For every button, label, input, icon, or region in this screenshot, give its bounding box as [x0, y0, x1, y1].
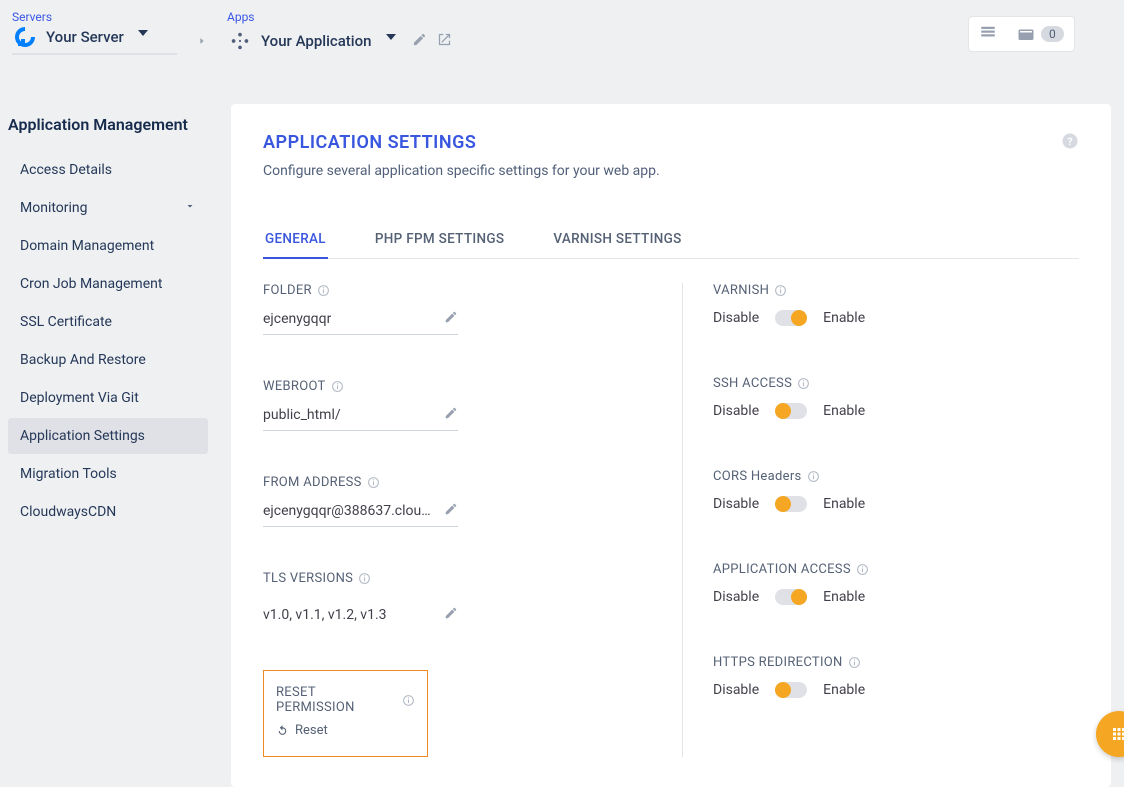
label-varnish: VARNISH: [713, 283, 769, 298]
edit-icon[interactable]: [444, 606, 458, 624]
list-icon[interactable]: [979, 23, 997, 45]
tab-varnish[interactable]: VARNISH SETTINGS: [551, 221, 683, 259]
svg-text:?: ?: [1067, 135, 1072, 148]
field-webroot: WEBROOT public_html/: [263, 379, 683, 431]
sidebar-item-cron-job[interactable]: Cron Job Management: [8, 266, 208, 302]
webroot-value: public_html/: [263, 407, 341, 423]
folder-value: ejcenygqqr: [263, 311, 331, 327]
left-column: FOLDER ejcenygqqr WEBROOT public_html/: [263, 283, 683, 757]
tls-value: v1.0, v1.1, v1.2, v1.3: [263, 607, 387, 623]
sidebar-item-cloudwayscdn[interactable]: CloudwaysCDN: [8, 494, 208, 530]
field-https-redirection: HTTPS REDIRECTION Disable Enable: [713, 655, 1079, 698]
disable-label: Disable: [713, 310, 759, 326]
edit-icon[interactable]: [444, 310, 458, 328]
field-varnish: VARNISH Disable Enable: [713, 283, 1079, 326]
sidebar-item-deployment-git[interactable]: Deployment Via Git: [8, 380, 208, 416]
field-label-reset: RESET PERMISSION: [276, 685, 397, 715]
toggle-varnish[interactable]: [775, 310, 807, 326]
enable-label: Enable: [823, 310, 865, 326]
disable-label: Disable: [713, 682, 759, 698]
from-value: ejcenygqqr@388637.clou…: [263, 503, 431, 519]
info-icon[interactable]: [797, 377, 810, 390]
breadcrumb: Servers Your Server Apps Your Applicatio…: [12, 10, 452, 55]
label-ssh: SSH ACCESS: [713, 376, 792, 391]
field-label-tls: TLS VERSIONS: [263, 571, 353, 586]
settings-card: APPLICATION SETTINGS Configure several a…: [231, 104, 1111, 787]
app-selector[interactable]: Your Application: [227, 27, 452, 55]
info-icon[interactable]: [774, 284, 787, 297]
edit-icon[interactable]: [412, 32, 427, 51]
toggle-ssh[interactable]: [775, 403, 807, 419]
tab-php-fpm[interactable]: PHP FPM SETTINGS: [373, 221, 506, 259]
toggle-cors[interactable]: [775, 496, 807, 512]
disable-label: Disable: [713, 403, 759, 419]
info-icon[interactable]: [856, 563, 869, 576]
field-app-access: APPLICATION ACCESS Disable Enable: [713, 562, 1079, 605]
sidebar-item-backup-restore[interactable]: Backup And Restore: [8, 342, 208, 378]
reset-action[interactable]: Reset: [276, 723, 415, 738]
field-folder: FOLDER ejcenygqqr: [263, 283, 683, 335]
external-link-icon[interactable]: [437, 32, 452, 51]
info-icon[interactable]: [317, 284, 330, 297]
sidebar-item-monitoring[interactable]: Monitoring: [8, 190, 208, 226]
help-icon[interactable]: ?: [1061, 132, 1079, 150]
label-https: HTTPS REDIRECTION: [713, 655, 843, 670]
sidebar: Application Management Access Details Mo…: [8, 115, 208, 532]
chevron-down-icon: [184, 200, 196, 216]
enable-label: Enable: [823, 496, 865, 512]
info-icon[interactable]: [358, 572, 371, 585]
badge-count: 0: [1041, 26, 1064, 42]
app-name: Your Application: [261, 32, 372, 50]
sidebar-item-application-settings[interactable]: Application Settings: [8, 418, 208, 454]
enable-label: Enable: [823, 589, 865, 605]
breadcrumb-separator-icon: [197, 34, 207, 50]
enable-label: Enable: [823, 403, 865, 419]
edit-icon[interactable]: [444, 502, 458, 520]
sidebar-item-ssl[interactable]: SSL Certificate: [8, 304, 208, 340]
disable-label: Disable: [713, 589, 759, 605]
server-name: Your Server: [46, 28, 124, 46]
edit-icon[interactable]: [444, 406, 458, 424]
chevron-down-icon: [386, 34, 396, 40]
app-type-icon: [227, 28, 253, 54]
field-cors: CORS Headers Disable Enable: [713, 469, 1079, 512]
field-ssh-access: SSH ACCESS Disable Enable: [713, 376, 1079, 419]
breadcrumb-apps-label: Apps: [227, 10, 452, 24]
breadcrumb-servers-label: Servers: [12, 10, 177, 24]
field-label-folder: FOLDER: [263, 283, 312, 298]
field-tls-versions: TLS VERSIONS v1.0, v1.1, v1.2, v1.3: [263, 571, 683, 630]
reset-permission-box: RESET PERMISSION Reset: [263, 670, 428, 757]
tab-general[interactable]: GENERAL: [263, 221, 328, 259]
info-icon[interactable]: [367, 476, 380, 489]
toggle-https[interactable]: [775, 682, 807, 698]
label-cors: CORS Headers: [713, 469, 802, 484]
toggle-app-access[interactable]: [775, 589, 807, 605]
chevron-down-icon: [138, 30, 148, 36]
field-label-webroot: WEBROOT: [263, 379, 326, 394]
info-icon[interactable]: [402, 694, 415, 707]
tabs: GENERAL PHP FPM SETTINGS VARNISH SETTING…: [263, 221, 1079, 259]
info-icon[interactable]: [848, 656, 861, 669]
info-icon[interactable]: [331, 380, 344, 393]
sidebar-item-access-details[interactable]: Access Details: [8, 152, 208, 188]
field-label-from: FROM ADDRESS: [263, 475, 362, 490]
top-right-toolbar: 0: [968, 16, 1075, 52]
right-column: VARNISH Disable Enable SSH ACCESS Disabl…: [682, 283, 1079, 757]
label-app-access: APPLICATION ACCESS: [713, 562, 851, 577]
sidebar-item-domain-management[interactable]: Domain Management: [8, 228, 208, 264]
server-selector[interactable]: Your Server: [12, 27, 177, 55]
sidebar-item-migration-tools[interactable]: Migration Tools: [8, 456, 208, 492]
notifications-badge[interactable]: 0: [1017, 25, 1064, 43]
info-icon[interactable]: [807, 470, 820, 483]
field-from-address: FROM ADDRESS ejcenygqqr@388637.clou…: [263, 475, 683, 527]
digitalocean-icon: [12, 24, 38, 50]
sidebar-title: Application Management: [8, 115, 208, 134]
disable-label: Disable: [713, 496, 759, 512]
card-subtitle: Configure several application specific s…: [263, 163, 660, 179]
enable-label: Enable: [823, 682, 865, 698]
card-title: APPLICATION SETTINGS: [263, 132, 660, 153]
